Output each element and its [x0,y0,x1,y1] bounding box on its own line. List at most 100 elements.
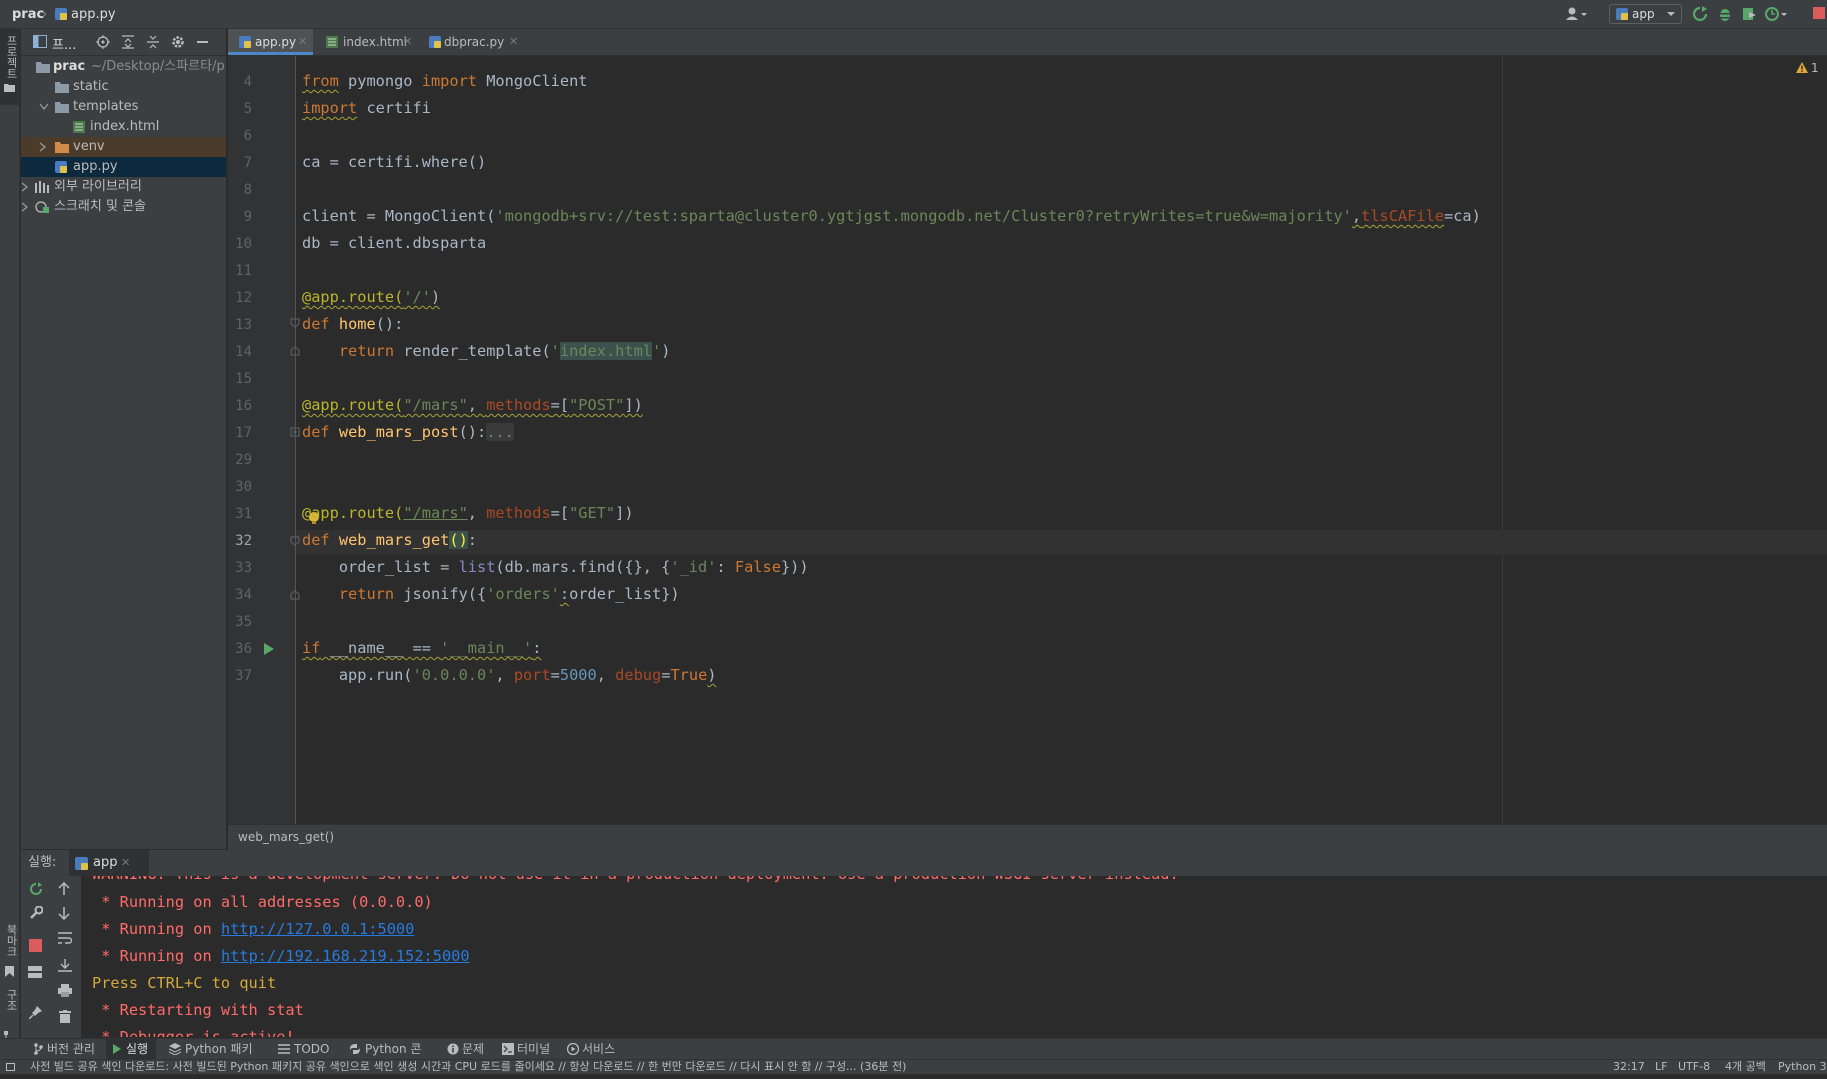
profile-icon[interactable] [1765,6,1787,22]
wrench-icon[interactable] [29,906,43,920]
tab-dbprac-py[interactable]: dbprac.py ✕ [421,29,521,55]
tree-item-app-py[interactable]: app.py [21,157,226,177]
rerun-icon[interactable] [29,882,43,896]
rerun-icon[interactable] [1692,6,1708,22]
tree-item-static[interactable]: static [21,77,226,97]
bookmarks-tool-button[interactable]: 북마크 [0,924,19,994]
chevron-right-icon [21,182,29,192]
line-separator[interactable]: LF [1655,1060,1667,1074]
print-icon[interactable] [58,984,72,997]
folder-icon [4,83,15,92]
tree-item-venv[interactable]: venv [21,137,226,157]
hide-panel-icon[interactable] [197,41,208,43]
scroll-to-end-icon[interactable] [58,958,72,972]
run-tab-app[interactable]: app ✕ [69,850,149,876]
layout-icon[interactable] [28,966,42,978]
project-panel-title[interactable]: 프... [52,34,76,53]
tree-item-index-html[interactable]: index.html [21,117,226,137]
close-icon[interactable]: ✕ [298,29,307,55]
close-icon[interactable]: ✕ [403,29,412,55]
fold-marker-icon[interactable] [290,590,300,600]
line-number: 29 [235,452,252,468]
breadcrumb-file[interactable]: app.py [71,7,116,22]
code-token: order_list}) [569,585,680,603]
stop-icon[interactable] [1812,6,1827,22]
console-link[interactable]: http://127.0.0.1:5000 [221,920,414,938]
console-line: * Running on all addresses (0.0.0.0) [92,893,433,911]
tool-tab-terminal[interactable]: 터미널 [500,1039,560,1059]
code-editor[interactable] [296,56,1827,824]
code-token: @app.route( [302,504,404,522]
tree-item-templates[interactable]: templates [21,97,226,117]
collapse-all-icon[interactable] [147,35,159,49]
tool-tab-todo[interactable]: TODO [276,1039,331,1059]
line-number: 8 [243,182,252,198]
warning-icon[interactable] [1796,62,1808,73]
code-token: True [670,666,708,684]
status-message[interactable]: 사전 빌드 공유 색인 다운로드: 사전 빌드된 Python 패키지 공유 색… [30,1060,906,1074]
arrow-down-icon[interactable] [58,906,70,920]
code-token: =ca) [1444,207,1481,225]
code-token: '/' [403,288,431,306]
fold-marker-icon[interactable] [290,427,300,437]
locate-icon[interactable] [96,35,110,49]
tool-tab-services[interactable]: 서비스 [565,1039,625,1059]
run-configuration-select[interactable]: app [1609,4,1682,24]
line-number: 34 [235,587,252,603]
tool-tab-python-console[interactable]: Python 콘솔 [347,1039,427,1076]
code-token: list [458,558,496,576]
line-number: 36 [235,641,252,657]
breadcrumb-project[interactable]: prac [12,7,44,22]
bookmark-icon [5,966,14,977]
caret-position[interactable]: 32:17 [1613,1060,1645,1074]
project-panel: 프... ⌄ prac ~/Desktop/스파르타/pro... static [21,29,227,849]
code-token: '_id' [670,558,717,576]
tool-tab-run[interactable]: 실행 [106,1039,156,1059]
close-icon[interactable]: ✕ [121,850,130,876]
pin-icon[interactable] [29,1006,42,1019]
toggle-tool-windows-icon[interactable] [6,1063,15,1071]
inspection-count[interactable]: 1 [1811,61,1819,75]
function-breadcrumb[interactable]: web_mars_get() [238,825,334,849]
code-token: , [467,504,487,522]
fold-marker-icon[interactable] [290,536,300,546]
tree-item-prac[interactable]: ⌄ prac ~/Desktop/스파르타/pro... [21,57,226,77]
console-line: * Running on http://127.0.0.1:5000 [92,920,414,938]
tab-app-py[interactable]: app.py ✕ [228,29,313,55]
gear-icon[interactable] [171,35,185,49]
console-link[interactable]: http://192.168.219.152:5000 [221,947,470,965]
tool-tab-problems[interactable]: 문제 [445,1039,485,1059]
file-encoding[interactable]: UTF-8 [1678,1060,1710,1074]
tree-item-scratches[interactable]: 스크래치 및 콘솔 [21,197,226,217]
stop-icon[interactable] [29,939,42,952]
status-bar: 사전 빌드 공유 색인 다운로드: 사전 빌드된 Python 패키지 공유 색… [0,1059,1827,1074]
folder-icon [55,141,69,153]
fold-marker-icon[interactable] [290,346,300,356]
folded-code-placeholder[interactable]: ... [486,423,514,441]
tree-item-external-libraries[interactable]: 외부 라이브러리 [21,177,226,197]
run-gutter-icon[interactable] [263,643,275,655]
line-number: 11 [235,263,252,279]
breadcrumb-separator: › [42,7,48,22]
arrow-up-icon[interactable] [58,882,70,896]
code-token: @app.route( [302,288,404,306]
indent-setting[interactable]: 4개 공백 [1725,1060,1766,1074]
close-icon[interactable]: ✕ [509,29,518,55]
code-token: def [302,531,330,549]
coverage-icon[interactable] [1741,6,1757,22]
fold-marker-icon[interactable] [290,318,300,328]
user-icon[interactable] [1565,6,1587,22]
project-tool-button[interactable]: 프로젝트 [0,29,19,105]
soft-wrap-icon[interactable] [58,932,72,944]
code-token: (): [375,315,404,333]
tool-tab-python-packages[interactable]: Python 패키지 [167,1039,262,1076]
console-line: * Running on http://192.168.219.152:5000 [92,947,470,965]
trash-icon[interactable] [59,1010,71,1023]
scratch-icon [35,201,49,213]
expand-all-icon[interactable] [122,35,134,49]
debug-icon[interactable] [1717,6,1733,22]
code-token: ' [550,342,560,360]
tool-tab-version-control[interactable]: 버전 관리 [30,1039,100,1059]
python-interpreter[interactable]: Python 3.9 [1778,1060,1827,1074]
chevron-down-icon [39,103,49,111]
